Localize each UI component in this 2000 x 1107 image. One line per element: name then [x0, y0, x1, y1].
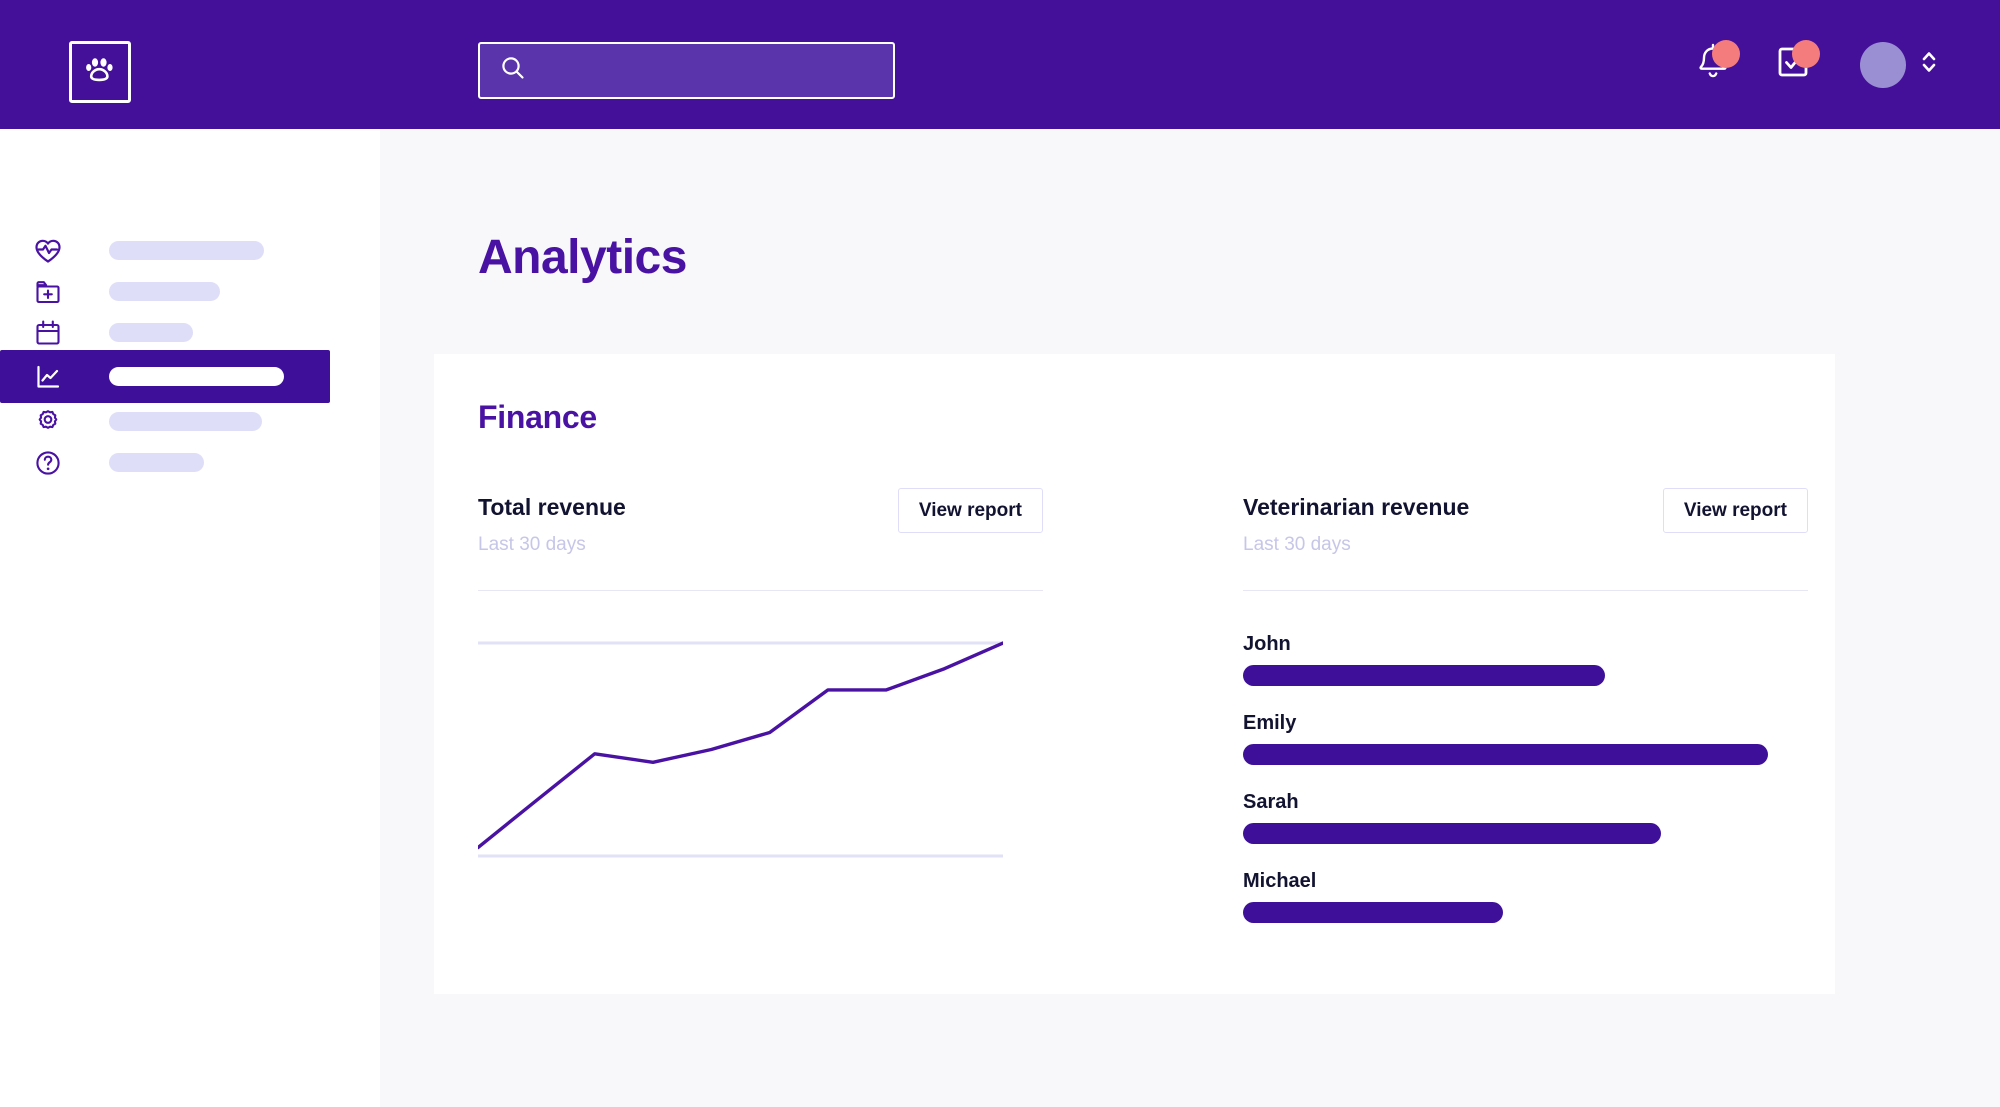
sidebar	[0, 129, 380, 1107]
panel-subtitle: Last 30 days	[478, 534, 586, 555]
total-revenue-line-chart	[478, 637, 1003, 862]
finance-card: Finance Total revenue Last 30 days View …	[434, 354, 1835, 994]
paw-icon	[83, 53, 117, 92]
sidebar-item-help[interactable]	[0, 436, 380, 489]
sidebar-item-label	[109, 412, 262, 431]
revenue-line-series	[478, 641, 1003, 850]
bar-label: Emily	[1243, 712, 1297, 734]
panel-subtitle: Last 30 days	[1243, 534, 1351, 555]
sidebar-item-label	[109, 453, 204, 472]
bar-track	[1243, 902, 1808, 923]
bar-track	[1243, 823, 1808, 844]
tasks-badge	[1792, 39, 1820, 68]
sidebar-item-label	[109, 367, 284, 386]
app-logo[interactable]	[69, 41, 131, 103]
account-menu-button[interactable]	[1920, 46, 1938, 83]
bar-label: John	[1243, 633, 1291, 655]
chevron-up-down-icon	[1920, 46, 1938, 83]
veterinarian-revenue-panel: Veterinarian revenue Last 30 days View r…	[1243, 479, 1808, 923]
top-header	[0, 0, 2000, 129]
bar-row: Emily	[1243, 712, 1808, 765]
sidebar-item-label	[109, 282, 220, 301]
panel-header: Total revenue Last 30 days View report	[478, 479, 1043, 591]
panel-header: Veterinarian revenue Last 30 days View r…	[1243, 479, 1808, 591]
help-circle-icon	[26, 448, 70, 478]
main-content: Analytics Finance Total revenue Last 30 …	[380, 129, 2000, 1107]
search-icon	[500, 55, 526, 86]
panel-heading: Total revenue	[478, 494, 626, 520]
view-report-button-veterinarian-revenue[interactable]: View report	[1662, 488, 1808, 533]
bar-fill	[1243, 744, 1769, 765]
bar-label: Sarah	[1243, 791, 1299, 813]
folder-plus-icon	[26, 277, 70, 307]
card-title: Finance	[478, 399, 597, 435]
search-input[interactable]	[526, 44, 893, 97]
heart-pulse-icon	[26, 236, 70, 266]
line-chart-svg	[478, 641, 1003, 858]
view-report-button-total-revenue[interactable]: View report	[897, 488, 1043, 533]
search-bar[interactable]	[478, 42, 895, 99]
bar-track	[1243, 744, 1808, 765]
notifications-button[interactable]	[1682, 34, 1744, 96]
calendar-icon	[26, 318, 70, 348]
sidebar-item-label	[109, 241, 264, 260]
bar-fill	[1243, 902, 1503, 923]
avatar[interactable]	[1860, 41, 1906, 88]
chart-line-icon	[26, 362, 70, 392]
bar-track	[1243, 665, 1808, 686]
notifications-badge	[1712, 39, 1740, 68]
tasks-button[interactable]	[1762, 34, 1824, 96]
app-root: Analytics Finance Total revenue Last 30 …	[0, 0, 2000, 1107]
page-title: Analytics	[478, 231, 687, 284]
bar-row: Sarah	[1243, 791, 1808, 844]
total-revenue-panel: Total revenue Last 30 days View report	[478, 479, 1043, 858]
gear-icon	[26, 407, 70, 437]
bar-fill	[1243, 665, 1605, 686]
sidebar-item-label	[109, 323, 193, 342]
bar-row: John	[1243, 633, 1808, 686]
bar-fill	[1243, 823, 1662, 844]
bar-row: Michael	[1243, 870, 1808, 923]
header-actions	[1682, 0, 1938, 129]
bar-label: Michael	[1243, 870, 1317, 892]
veterinarian-revenue-bar-chart: John Emily Sarah Michael	[1243, 633, 1808, 949]
panel-heading: Veterinarian revenue	[1243, 494, 1470, 520]
